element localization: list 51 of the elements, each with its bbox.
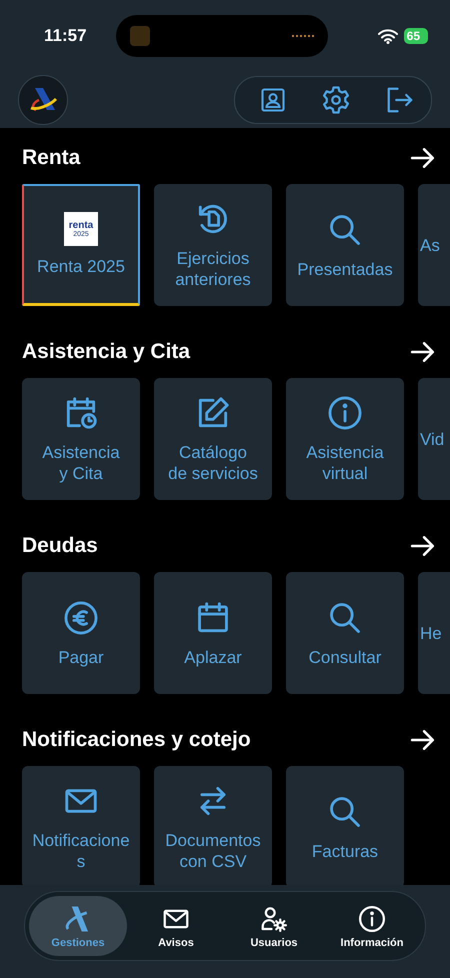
tile-label: Presentadas [297,258,393,280]
service-tile[interactable]: Asistencia y Cita [22,378,140,500]
section-title: Renta [22,146,80,170]
service-tile[interactable]: Vid [418,378,450,500]
tile-label: As [420,234,440,256]
tile-label: Asistencia y Cita [42,442,120,484]
tile-label: Ejercicios anteriores [175,248,251,290]
tile-label: Asistencia virtual [306,442,384,484]
tab-bar-item[interactable]: Usuarios [225,896,323,956]
euro-icon [62,598,100,636]
info-icon [357,904,387,934]
arrow-right-icon[interactable] [410,339,436,365]
tile-label: He [420,622,442,644]
arrow-right-icon[interactable] [410,145,436,171]
service-tile[interactable]: Aplazar [154,572,272,694]
logout-icon[interactable] [385,85,415,115]
tile-label: Consultar [308,646,382,668]
profile-card-icon[interactable] [259,86,287,114]
settings-icon[interactable] [321,85,351,115]
clock-time: 11:57 [44,26,88,46]
battery-level: 65 [404,28,428,44]
service-tile[interactable]: As [418,184,450,306]
tab-bar-item[interactable]: Avisos [127,896,225,956]
service-tile[interactable]: He [418,572,450,694]
arrow-right-icon[interactable] [410,533,436,559]
service-tile[interactable]: Facturas [286,766,404,888]
tile-label: Pagar [58,646,104,668]
tile-label: Aplazar [184,646,242,668]
section-title: Deudas [22,534,98,558]
tile-label: Documentos con CSV [165,830,261,872]
service-tile[interactable]: Catálogo de servicios [154,378,272,500]
tile-label: Catálogo de servicios [168,442,258,484]
service-tile[interactable]: Pagar [22,572,140,694]
arrow-right-icon[interactable] [410,727,436,753]
tab-bar-item[interactable]: Gestiones [29,896,127,956]
service-tile[interactable]: Presentadas [286,184,404,306]
info-icon [326,394,364,432]
wifi-icon [378,28,398,44]
section-title: Notificaciones y cotejo [22,728,251,752]
tile-label: Facturas [312,840,378,862]
service-tile[interactable]: Asistencia virtual [286,378,404,500]
tile-label: Renta 2025 [37,256,125,277]
agency-logo[interactable] [18,75,68,125]
tile-label: Notificacione s [32,830,130,872]
service-tile[interactable]: Notificacione s [22,766,140,888]
service-tile[interactable]: Consultar [286,572,404,694]
service-tile[interactable]: Documentos con CSV [154,766,272,888]
tile-label: Vid [420,428,444,450]
section-title: Asistencia y Cita [22,340,190,364]
service-tile[interactable]: Ejercicios anteriores [154,184,272,306]
tab-bar-item[interactable]: Información [323,896,421,956]
